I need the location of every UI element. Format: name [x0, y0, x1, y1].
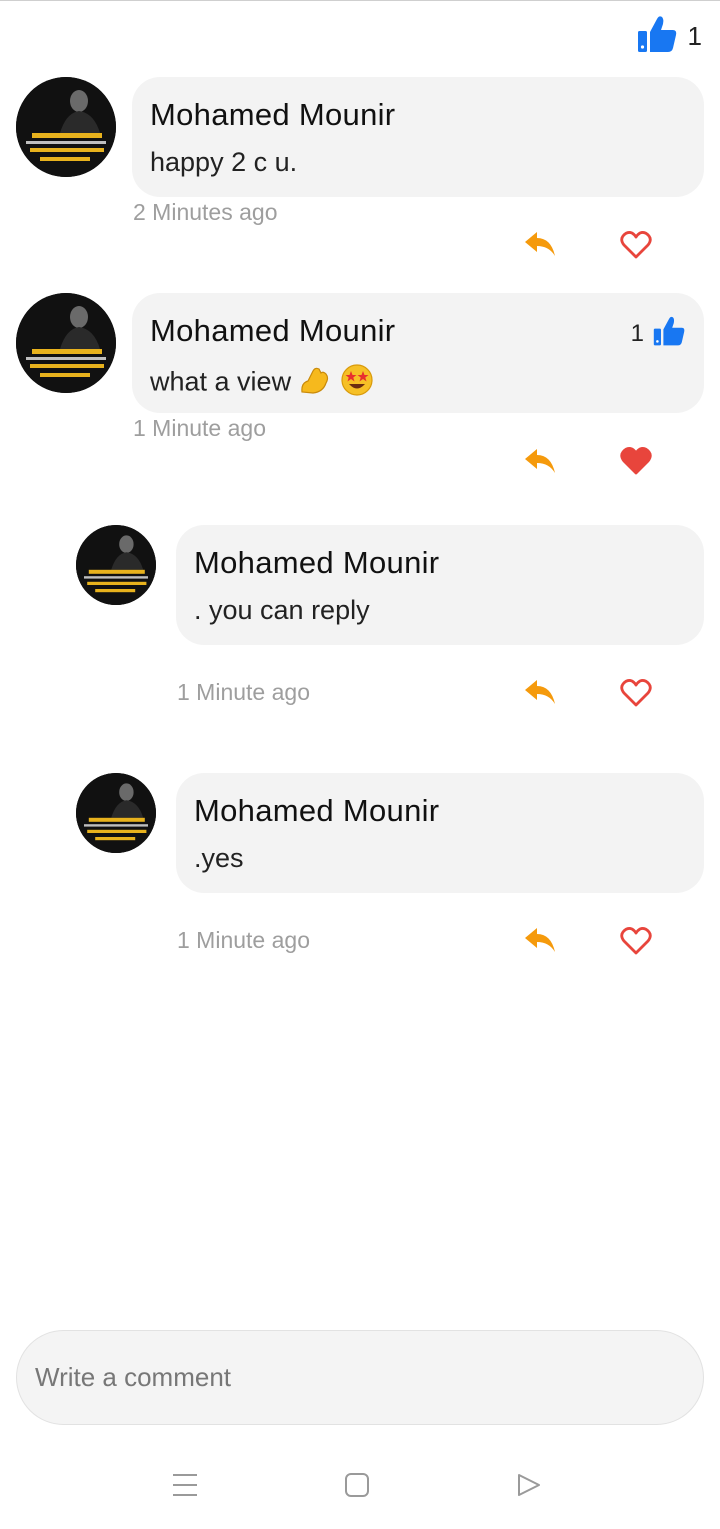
avatar[interactable] — [76, 773, 156, 853]
reply-arrow-icon[interactable] — [523, 678, 557, 713]
menu-icon[interactable] — [172, 1472, 198, 1503]
reply-author[interactable]: Mohamed Mounir — [194, 545, 686, 581]
comment-composer — [16, 1330, 704, 1425]
post-like-count: 1 — [687, 21, 702, 51]
heart-icon[interactable] — [620, 230, 652, 265]
comment-bubble: Mohamed Mounir happy 2 c u. — [132, 77, 704, 197]
thumbs-up-icon — [652, 315, 686, 352]
heart-icon[interactable] — [620, 678, 652, 713]
thumbs-up-icon — [636, 14, 678, 59]
comment-text-body: what a view — [150, 366, 292, 397]
back-triangle-icon[interactable] — [516, 1472, 542, 1503]
comment-bubble: Mohamed Mounir what a view 1 — [132, 293, 704, 413]
comment-like-counter[interactable]: 1 — [631, 315, 686, 352]
reply-text: .yes — [194, 843, 244, 873]
heart-icon[interactable] — [620, 926, 652, 961]
top-divider — [0, 0, 720, 1]
heart-filled-icon[interactable] — [620, 446, 652, 481]
comment-text: happy 2 c u. — [150, 147, 298, 177]
comment-time: 1 Minute ago — [133, 415, 266, 441]
comment-time: 2 Minutes ago — [133, 199, 278, 225]
reply-author[interactable]: Mohamed Mounir — [194, 793, 686, 829]
star-struck-emoji — [340, 363, 374, 404]
reply-time: 1 Minute ago — [177, 679, 310, 705]
reply-bubble: Mohamed Mounir . you can reply — [176, 525, 704, 645]
reply-time: 1 Minute ago — [177, 927, 310, 953]
reply-arrow-icon[interactable] — [523, 230, 557, 265]
flexed-biceps-emoji — [299, 365, 333, 402]
reply-text: . you can reply — [194, 595, 370, 625]
post-like-counter[interactable]: 1 — [636, 14, 702, 59]
avatar[interactable] — [16, 77, 116, 177]
comment-like-count: 1 — [630, 319, 644, 347]
reply-bubble: Mohamed Mounir .yes — [176, 773, 704, 893]
comment-input[interactable] — [33, 1361, 687, 1394]
avatar[interactable] — [76, 525, 156, 605]
avatar[interactable] — [16, 293, 116, 393]
reply-arrow-icon[interactable] — [523, 926, 557, 961]
home-square-icon[interactable] — [344, 1472, 370, 1503]
comment-author[interactable]: Mohamed Mounir — [150, 313, 686, 349]
comment-author[interactable]: Mohamed Mounir — [150, 97, 686, 133]
comment-text: what a view — [150, 363, 686, 404]
reply-arrow-icon[interactable] — [523, 447, 557, 482]
system-nav-bar — [0, 1440, 720, 1529]
